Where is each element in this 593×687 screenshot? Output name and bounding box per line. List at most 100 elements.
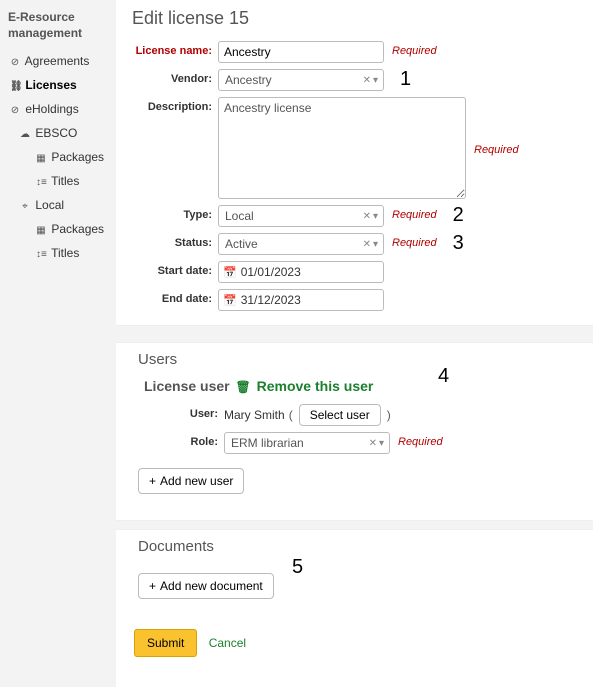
chevron-down-icon[interactable]: ▾ xyxy=(372,239,379,250)
clear-icon[interactable]: ✕ xyxy=(362,211,372,222)
required-hint: Required xyxy=(392,233,437,249)
sidebar-item-label: EBSCO xyxy=(35,126,77,140)
clear-icon[interactable]: ✕ xyxy=(362,75,372,86)
label-type: Type: xyxy=(132,205,218,221)
required-hint: Required xyxy=(392,41,437,57)
sidebar-item-label: Licenses xyxy=(25,78,76,92)
documents-section: Documents 5 + Add new document xyxy=(132,530,585,611)
end-date-input[interactable]: 📅 31/12/2023 xyxy=(218,289,384,311)
documents-title: Documents xyxy=(138,538,585,555)
users-section: Users 4 License user 🗑 Remove this user … xyxy=(132,343,585,506)
row-end-date: End date: 📅 31/12/2023 xyxy=(132,289,585,311)
end-date-value: 31/12/2023 xyxy=(241,293,379,307)
role-select[interactable]: ERM librarian ✕ ▾ xyxy=(224,432,390,454)
archive-icon: ▦ xyxy=(36,153,46,164)
callout-5: 5 xyxy=(292,556,303,579)
heading-text: License user xyxy=(144,378,230,394)
sidebar-item-ebsco-titles[interactable]: ↕≡ Titles xyxy=(6,169,112,193)
users-title: Users xyxy=(138,351,585,368)
label-vendor: Vendor: xyxy=(132,69,218,85)
clear-icon[interactable]: ✕ xyxy=(368,438,378,449)
paren-open: ( xyxy=(289,408,293,422)
cloud-icon: ☁ xyxy=(20,129,30,140)
calendar-icon: 📅 xyxy=(223,294,237,307)
sidebar-item-ebsco-packages[interactable]: ▦ Packages xyxy=(6,145,112,169)
plus-icon: + xyxy=(149,579,156,593)
sort-icon: ↕≡ xyxy=(36,177,46,188)
label-status: Status: xyxy=(132,233,218,249)
page-title: Edit license 15 xyxy=(132,8,585,29)
sidebar: E-Resource management ⊘ Agreements ⛓ Lic… xyxy=(0,0,116,687)
sidebar-item-agreements[interactable]: ⊘ Agreements xyxy=(6,49,112,73)
ban-icon: ⊘ xyxy=(10,57,20,68)
callout-1: 1 xyxy=(400,69,411,89)
add-document-button[interactable]: + Add new document xyxy=(138,573,274,599)
row-role: Role: ERM librarian ✕ ▾ Required xyxy=(138,432,585,454)
row-user: User: Mary Smith ( Select user ) xyxy=(138,404,585,426)
sidebar-item-ebsco[interactable]: ☁ EBSCO xyxy=(6,121,112,145)
sidebar-item-label: Titles xyxy=(51,246,79,260)
row-start-date: Start date: 📅 01/01/2023 xyxy=(132,261,585,283)
status-value: Active xyxy=(225,237,362,251)
start-date-value: 01/01/2023 xyxy=(241,265,379,279)
required-hint: Required xyxy=(392,205,437,221)
pin-icon: ⌖ xyxy=(20,201,30,212)
sidebar-title: E-Resource management xyxy=(8,10,110,41)
select-user-button[interactable]: Select user xyxy=(299,404,381,426)
callout-2: 2 xyxy=(453,205,464,225)
archive-icon: ▦ xyxy=(36,225,46,236)
calendar-icon: 📅 xyxy=(223,266,237,279)
cancel-link[interactable]: Cancel xyxy=(209,636,246,650)
sidebar-item-local[interactable]: ⌖ Local xyxy=(6,193,112,217)
sidebar-item-label: Local xyxy=(35,198,64,212)
required-hint: Required xyxy=(398,432,443,448)
sidebar-item-local-packages[interactable]: ▦ Packages xyxy=(6,217,112,241)
required-hint: Required xyxy=(474,140,519,156)
chevron-down-icon[interactable]: ▾ xyxy=(378,438,385,449)
chevron-down-icon[interactable]: ▾ xyxy=(372,211,379,222)
label-end-date: End date: xyxy=(132,289,218,305)
sidebar-item-label: Packages xyxy=(51,222,104,236)
sidebar-item-licenses[interactable]: ⛓ Licenses xyxy=(6,73,112,97)
form-actions: Submit Cancel xyxy=(134,629,585,657)
license-user-heading: License user 🗑 Remove this user xyxy=(144,378,585,394)
row-license-name: License name: Required xyxy=(132,41,585,63)
status-select[interactable]: Active ✕ ▾ xyxy=(218,233,384,255)
sidebar-item-label: eHoldings xyxy=(25,102,78,116)
start-date-input[interactable]: 📅 01/01/2023 xyxy=(218,261,384,283)
row-description: Description: Ancestry license Required xyxy=(132,97,585,199)
chevron-down-icon[interactable]: ▾ xyxy=(372,75,379,86)
sidebar-item-local-titles[interactable]: ↕≡ Titles xyxy=(6,241,112,265)
add-user-label: Add new user xyxy=(160,474,233,488)
sidebar-item-label: Agreements xyxy=(25,54,90,68)
vendor-select[interactable]: Ancestry ✕ ▾ xyxy=(218,69,384,91)
row-vendor: Vendor: Ancestry ✕ ▾ 1 xyxy=(132,69,585,91)
callout-3: 3 xyxy=(453,233,464,253)
description-textarea[interactable]: Ancestry license xyxy=(218,97,466,199)
sidebar-item-label: Packages xyxy=(51,150,104,164)
paren-close: ) xyxy=(387,408,391,422)
type-value: Local xyxy=(225,209,362,223)
remove-user-link[interactable]: Remove this user xyxy=(257,378,374,394)
label-start-date: Start date: xyxy=(132,261,218,277)
sidebar-item-eholdings[interactable]: ⊘ eHoldings xyxy=(6,97,112,121)
callout-4: 4 xyxy=(438,365,449,388)
plus-icon: + xyxy=(149,474,156,488)
submit-button[interactable]: Submit xyxy=(134,629,197,657)
label-role: Role: xyxy=(138,432,224,448)
sidebar-item-label: Titles xyxy=(51,174,79,188)
label-license-name: License name: xyxy=(132,41,218,57)
user-name-text: Mary Smith xyxy=(224,408,285,422)
add-document-label: Add new document xyxy=(160,579,263,593)
row-type: Type: Local ✕ ▾ Required 2 xyxy=(132,205,585,227)
type-select[interactable]: Local ✕ ▾ xyxy=(218,205,384,227)
label-user: User: xyxy=(138,404,224,420)
trash-icon[interactable]: 🗑 xyxy=(236,380,251,394)
gavel-icon: ⛓ xyxy=(10,81,20,92)
role-value: ERM librarian xyxy=(231,436,368,450)
ban-icon: ⊘ xyxy=(10,105,20,116)
license-name-input[interactable] xyxy=(218,41,384,63)
sort-icon: ↕≡ xyxy=(36,249,46,260)
add-user-button[interactable]: + Add new user xyxy=(138,468,244,494)
clear-icon[interactable]: ✕ xyxy=(362,239,372,250)
